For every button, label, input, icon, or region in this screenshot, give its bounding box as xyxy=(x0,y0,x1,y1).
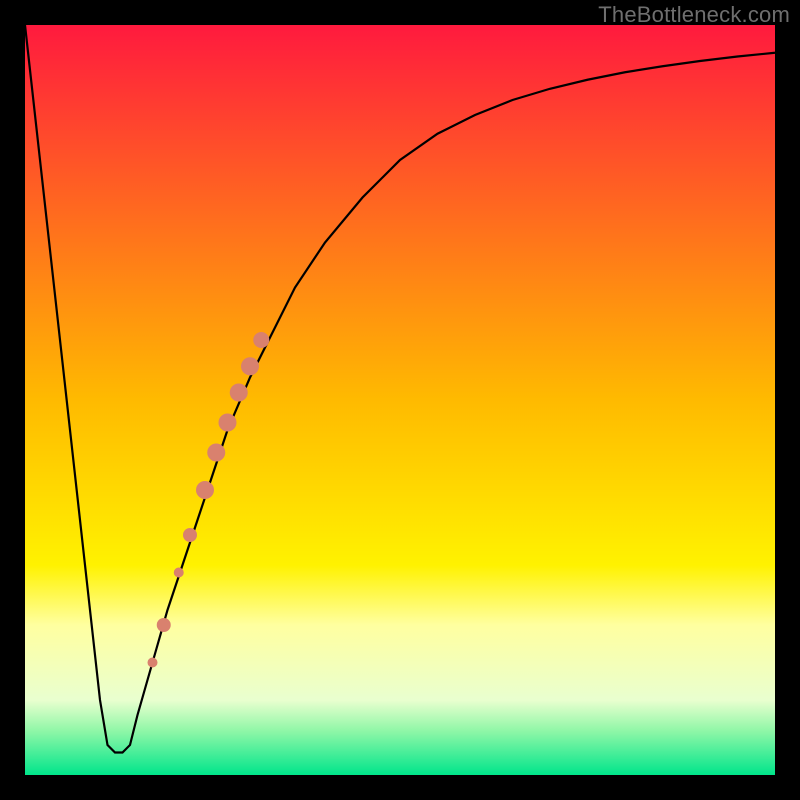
highlight-point xyxy=(183,528,197,542)
highlight-point xyxy=(219,414,237,432)
highlight-point xyxy=(253,332,269,348)
highlight-point xyxy=(174,568,184,578)
highlight-point xyxy=(148,658,158,668)
highlight-point xyxy=(157,618,171,632)
highlight-point xyxy=(207,444,225,462)
outer-frame: TheBottleneck.com xyxy=(0,0,800,800)
highlight-point xyxy=(241,357,259,375)
bottleneck-chart xyxy=(25,25,775,775)
highlight-point xyxy=(196,481,214,499)
highlight-point xyxy=(230,384,248,402)
gradient-background xyxy=(25,25,775,775)
